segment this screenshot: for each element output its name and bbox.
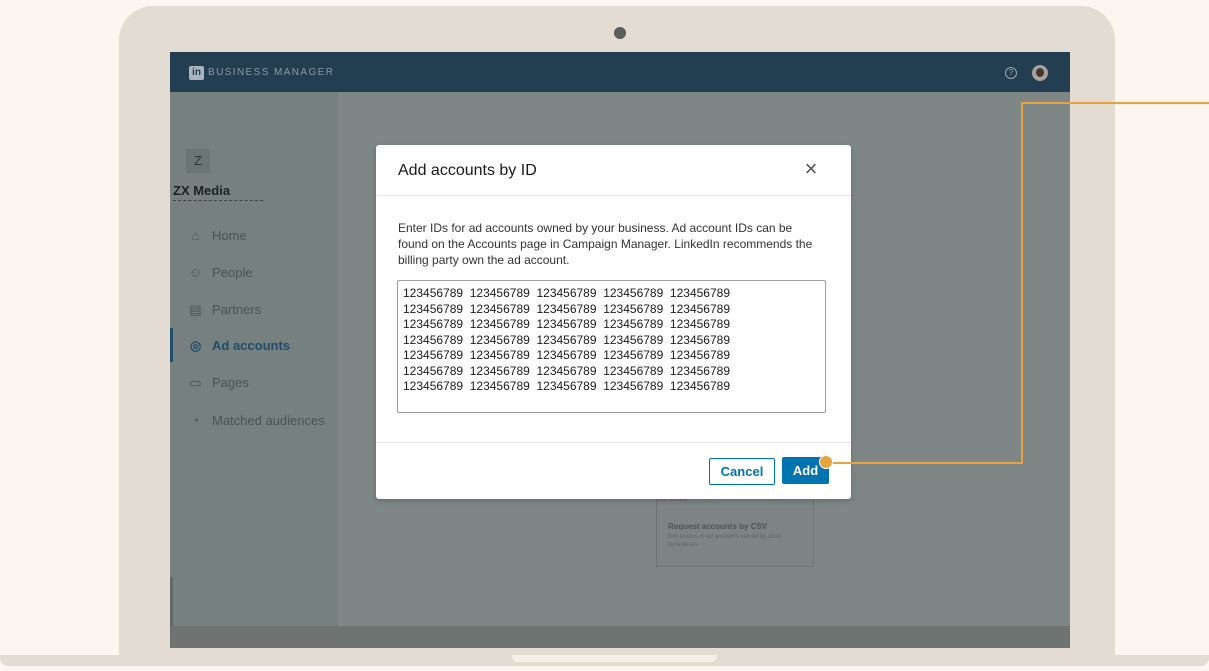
sidebar-item-label: Pages [212,375,249,390]
sidebar-item-pages[interactable]: ▭ Pages [188,373,249,393]
target-icon: ◎ [189,338,202,353]
page-icon: ▭ [189,375,202,390]
product-name: BUSINESS MANAGER [208,67,335,78]
org-id [173,200,263,204]
org-name: ZX Media [173,183,231,198]
callout-line [1021,102,1209,104]
sidebar-item-partners[interactable]: ▤ Partners [188,300,261,320]
sidebar-item-people[interactable]: ☺ People [188,263,253,283]
active-indicator [170,328,173,362]
bottom-strip [170,626,1070,648]
camera-icon [614,27,626,39]
sidebar-item-label: Home [212,228,247,243]
sidebar-item-home[interactable]: ⌂ Home [188,226,247,246]
dialog-divider [376,195,851,196]
sidebar-item-ad-accounts[interactable]: ◎ Ad accounts [188,336,290,356]
question-circle-icon[interactable]: ? [1005,67,1017,79]
dialog-description: Enter IDs for ad accounts owned by your … [398,221,813,267]
request-csv-description: Get access to ad accounts owned by other… [668,534,782,548]
sidebar-item-label: People [212,265,253,280]
sidebar-item-label: Ad accounts [212,338,291,353]
people-icon: ☺ [188,265,203,280]
callout-dot-icon [819,455,833,469]
home-icon: ⌂ [191,228,200,243]
sidebar-item-label: Matched audiences [212,413,325,428]
laptop-notch [512,655,717,662]
screen: in BUSINESS MANAGER ? Z ZX Media ⌂ Home … [170,52,1070,648]
sidebar: Z ZX Media ⌂ Home ☺ People ▤ Partners ◎ … [170,92,338,648]
linkedin-logo-icon[interactable]: in [189,66,204,80]
org-avatar: Z [186,149,210,173]
request-csv-title: Request accounts by CSV [668,522,768,531]
top-navigation-bar: in BUSINESS MANAGER ? [170,52,1070,92]
add-accounts-dialog: Add accounts by ID × Enter IDs for ad ac… [376,145,851,499]
cancel-button[interactable]: Cancel [709,458,775,485]
sidebar-item-label: Partners [212,302,262,317]
callout-line [1021,102,1023,464]
audience-icon: ◔ [191,413,200,428]
building-icon: ▤ [189,302,202,317]
dialog-divider [376,442,851,443]
sidebar-item-matched-audiences[interactable]: ◔ Matched audiences [188,411,325,431]
close-icon[interactable]: × [801,158,821,180]
callout-line [832,462,1022,464]
account-ids-input[interactable]: 123456789 123456789 123456789 123456789 … [397,280,826,413]
dialog-title: Add accounts by ID [398,162,537,179]
user-avatar-icon[interactable] [1032,65,1048,81]
